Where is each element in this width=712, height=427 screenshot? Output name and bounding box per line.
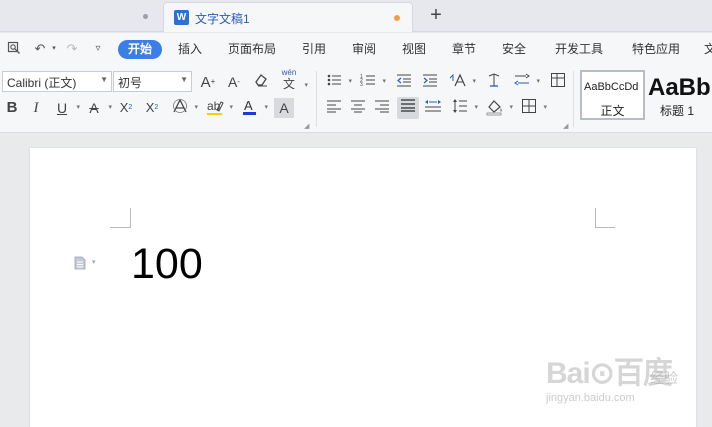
decrease-indent-icon[interactable] <box>394 72 414 92</box>
menu-review[interactable]: 审阅 <box>352 40 376 59</box>
menu-references[interactable]: 引用 <box>302 40 326 59</box>
menu-more[interactable]: 文 <box>704 40 712 59</box>
margin-corner-mark <box>595 208 615 228</box>
sort-icon[interactable]: ▾ <box>512 72 540 92</box>
style-normal-sample: AaBbCcDd <box>584 81 639 93</box>
tab-title: 文字文稿1 <box>195 12 250 26</box>
tab-document[interactable]: W 文字文稿1 <box>163 2 413 32</box>
numbered-list-icon[interactable]: 123 ▾ <box>358 72 386 92</box>
align-justify-icon[interactable] <box>397 97 419 119</box>
highlight-icon[interactable]: ab ▾ <box>205 98 233 118</box>
svg-text:3: 3 <box>360 82 363 88</box>
tab-bar: W 文字文稿1 + <box>0 0 712 32</box>
watermark-suffix: 经验 <box>650 370 678 386</box>
tab-previous[interactable] <box>0 0 160 32</box>
menu-page-layout[interactable]: 页面布局 <box>228 40 276 59</box>
underline-icon[interactable]: U ▾ <box>52 98 80 118</box>
font-dialog-launcher-icon[interactable]: ◢ <box>304 122 309 130</box>
chevron-down-icon[interactable]: ▾ <box>92 258 96 266</box>
document-canvas[interactable]: ▾ 100 Bai⊙百度 经验 jingyan.baidu.com <box>0 134 712 427</box>
font-name-value: Calibri (正文) <box>7 76 77 90</box>
font-color-icon[interactable]: A ▾ <box>240 98 268 118</box>
document-body-text[interactable]: 100 <box>131 238 203 290</box>
character-shading-icon[interactable]: A <box>274 98 294 118</box>
menu-insert[interactable]: 插入 <box>178 40 202 59</box>
grow-font-icon[interactable]: A+ <box>198 72 218 92</box>
show-hide-icon[interactable] <box>484 72 504 92</box>
tab-close-dot[interactable] <box>143 14 148 19</box>
borders-icon[interactable]: ▾ <box>519 98 547 118</box>
ribbon-separator <box>316 71 317 127</box>
menu-security[interactable]: 安全 <box>502 40 526 59</box>
new-tab-button[interactable]: + <box>426 5 446 25</box>
align-left-icon[interactable] <box>324 98 344 118</box>
menu-home[interactable]: 开始 <box>118 40 163 59</box>
align-right-icon[interactable] <box>372 98 392 118</box>
paragraph-dialog-launcher-icon[interactable]: ◢ <box>563 122 568 130</box>
bullet-list-icon[interactable]: ▾ <box>324 72 352 92</box>
baidu-watermark: Bai⊙百度 经验 jingyan.baidu.com <box>546 348 678 408</box>
svg-text:A: A <box>244 98 253 113</box>
modified-indicator-dot[interactable] <box>394 15 400 21</box>
style-heading-1[interactable]: AaBb 标题 1 <box>648 70 712 120</box>
chevron-down-icon: ▼ <box>180 75 188 84</box>
menu-special-apps[interactable]: 特色应用 <box>632 40 680 59</box>
table-layout-icon[interactable] <box>548 72 568 92</box>
bold-icon[interactable]: B <box>2 98 22 118</box>
menu-developer-tools[interactable]: 开发工具 <box>555 40 603 59</box>
menu-chapter[interactable]: 章节 <box>452 40 476 59</box>
italic-icon[interactable]: I <box>26 98 46 118</box>
chinese-layout-icon[interactable]: ▾ <box>448 72 476 92</box>
chevron-down-icon: ▼ <box>100 75 108 84</box>
watermark-url: jingyan.baidu.com <box>546 392 635 404</box>
style-normal[interactable]: AaBbCcDd 正文 <box>580 70 645 120</box>
superscript-icon[interactable]: X2 <box>116 98 136 118</box>
paragraph-handle-icon[interactable] <box>73 256 87 270</box>
ribbon-separator <box>573 71 574 127</box>
eraser-icon[interactable] <box>251 72 271 92</box>
style-heading-1-sample: AaBb <box>648 74 711 101</box>
wps-writer-icon: W <box>174 10 189 25</box>
text-effect-icon[interactable]: ▾ <box>170 98 198 118</box>
style-heading-1-label: 标题 1 <box>660 104 695 118</box>
strikethrough-icon[interactable]: A ▾ <box>84 98 112 118</box>
margin-corner-mark <box>110 208 131 228</box>
menu-bar: ↶ ▾ ↷ ▿ 开始 插入 页面布局 引用 审阅 视图 章节 安全 开发工具 特… <box>0 33 712 65</box>
font-name-select[interactable]: Calibri (正文) ▼ <box>2 71 112 92</box>
print-preview-icon[interactable] <box>6 41 22 57</box>
font-size-value: 初号 <box>118 76 143 90</box>
undo-dropdown-icon[interactable]: ▾ <box>46 41 62 57</box>
increase-indent-icon[interactable] <box>420 72 440 92</box>
style-normal-label: 正文 <box>600 104 625 118</box>
menu-view[interactable]: 视图 <box>402 40 426 59</box>
font-size-select[interactable]: 初号 ▼ <box>113 71 192 92</box>
line-spacing-icon[interactable]: ▾ <box>450 98 478 118</box>
shading-fill-icon[interactable]: ▾ <box>485 98 513 118</box>
phonetic-guide-icon[interactable]: wén 文 ▾ <box>278 68 308 94</box>
align-center-icon[interactable] <box>348 98 368 118</box>
redo-icon[interactable]: ↷ <box>64 41 80 57</box>
ribbon-toolbar: Calibri (正文) ▼ 初号 ▼ A+ A- wén 文 ▾ B I U ▾… <box>0 65 712 133</box>
phonetic-guide-pinyin: wén <box>281 68 297 77</box>
subscript-icon[interactable]: X2 <box>142 98 162 118</box>
phonetic-guide-char: 文 <box>282 77 295 91</box>
shrink-font-icon[interactable]: A- <box>224 72 244 92</box>
customize-icon[interactable]: ▿ <box>90 41 106 57</box>
distributed-align-icon[interactable] <box>423 98 443 118</box>
